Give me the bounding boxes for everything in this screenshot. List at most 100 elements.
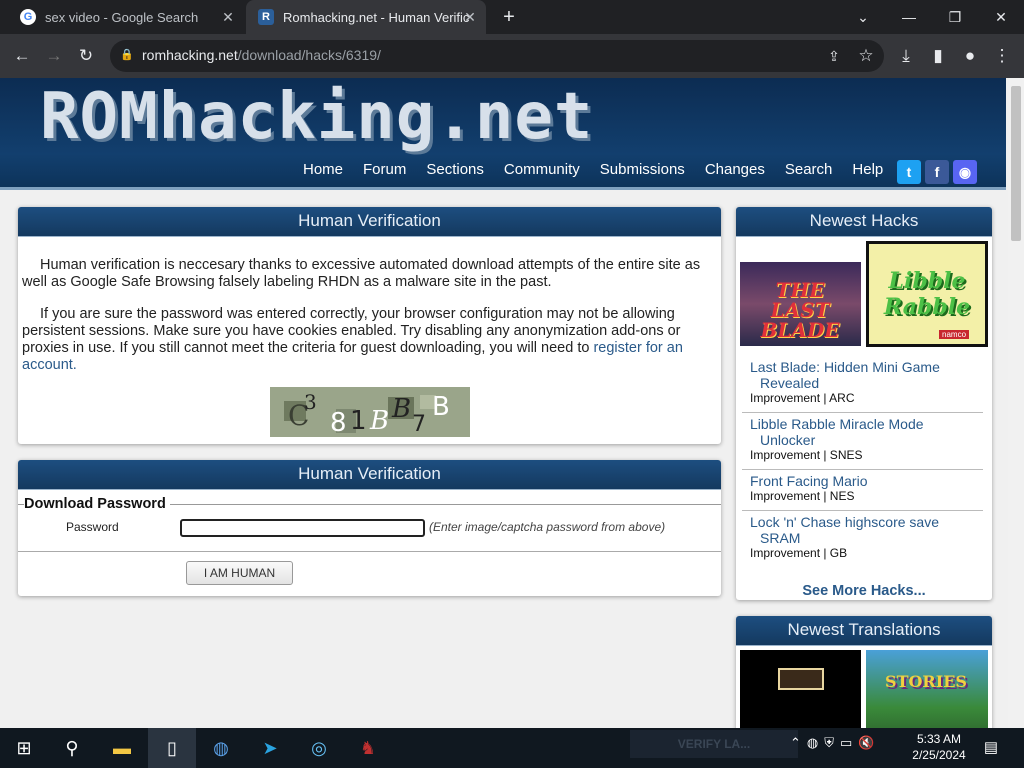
last-blade-thumbnail-text: THE LAST BLADE — [760, 278, 840, 342]
side-panel-icon[interactable]: ▮ — [924, 42, 952, 70]
hack-title-line2: Unlocker — [760, 432, 816, 448]
url-host: romhacking.net — [142, 47, 238, 63]
tab-title: Romhacking.net - Human Verific — [283, 9, 470, 25]
menu-kebab-icon[interactable]: ⋮ — [988, 42, 1016, 70]
system-tray: ⌃ ◍ ⛨ ▭ 🔇 — [790, 735, 875, 751]
download-icon[interactable]: ⤓ — [892, 42, 920, 70]
site-banner: ROMhacking.net Home Forum Sections Commu… — [0, 78, 1006, 190]
qbittorrent-icon[interactable]: ◍ — [197, 728, 245, 768]
password-hint: (Enter image/captcha password from above… — [429, 520, 666, 534]
tab-google-search[interactable]: G sex video - Google Search ✕ — [8, 0, 244, 34]
url-text[interactable]: romhacking.net/download/hacks/6319/ — [142, 47, 381, 63]
svg-text:B: B — [391, 394, 411, 424]
telegram-icon[interactable]: ➤ — [246, 728, 294, 768]
lock-icon[interactable]: 🔒 — [120, 48, 134, 64]
tab-search-icon[interactable]: ⌄ — [840, 0, 886, 34]
verification-heading: Human Verification — [18, 207, 721, 237]
url-path: /download/hacks/6319/ — [237, 47, 381, 63]
main-nav: Home Forum Sections Community Submission… — [293, 161, 893, 178]
i-am-human-button[interactable]: I AM HUMAN — [186, 561, 293, 585]
hack-list-item[interactable]: Last Blade: Hidden Mini Game Revealed Imp… — [742, 359, 983, 413]
hack-title-line2: Revealed — [760, 375, 820, 391]
share-icon[interactable]: ⇪ — [820, 42, 848, 70]
clock-time: 5:33 AM — [916, 732, 962, 746]
nav-submissions[interactable]: Submissions — [590, 161, 695, 178]
verification-paragraph-2-text: If you are sure the password was entered… — [22, 306, 681, 356]
close-tab-icon[interactable]: ✕ — [462, 9, 478, 25]
steam-icon[interactable]: ◎ — [295, 728, 343, 768]
hack-title-link[interactable]: Libble Rabble Miracle Mode Unlocker — [742, 416, 983, 448]
restore-button[interactable]: ❐ — [932, 0, 978, 34]
see-more-hacks-link[interactable]: See More Hacks... — [736, 583, 992, 599]
translation-thumbnail-1[interactable] — [740, 650, 861, 728]
hack-meta: Improvement | SNES — [750, 448, 863, 462]
new-tab-button[interactable]: + — [497, 6, 521, 28]
libble-rabble-thumbnail[interactable]: Libble Rabble namco — [866, 241, 988, 347]
hack-meta: Improvement | GB — [750, 546, 848, 560]
captcha-image: C 3 8 1 B B 7 B — [270, 387, 470, 438]
verification-paragraph-1: Human verification is neccesary thanks t… — [22, 257, 701, 290]
hack-title-line2: SRAM — [760, 530, 801, 546]
faded-overlay-text: VERIFY LA... — [630, 730, 798, 758]
verification-info-box: Human Verification Human verification is… — [18, 207, 721, 444]
network-icon[interactable]: ▭ — [840, 735, 852, 751]
discord-icon[interactable]: ◉ — [953, 160, 977, 184]
last-blade-thumbnail[interactable]: THE LAST BLADE — [740, 262, 861, 346]
hack-title-link[interactable]: Front Facing Mario — [742, 473, 983, 489]
close-tab-icon[interactable]: ✕ — [220, 9, 236, 25]
profile-icon[interactable]: ● — [956, 42, 984, 70]
form-heading: Human Verification — [18, 460, 721, 490]
hack-title-line1: Libble Rabble Miracle Mode — [750, 416, 924, 432]
hack-list-item[interactable]: Front Facing Mario Improvement | NES — [742, 473, 983, 511]
nav-community[interactable]: Community — [494, 161, 590, 178]
notifications-icon[interactable]: ▤ — [980, 738, 1002, 758]
site-logo[interactable]: ROMhacking.net — [40, 80, 593, 154]
facebook-icon[interactable]: f — [925, 160, 949, 184]
chevron-up-icon[interactable]: ⌃ — [790, 735, 801, 751]
hack-list-item[interactable]: Lock 'n' Chase highscore save SRAM Improv… — [742, 514, 983, 566]
page-viewport: ROMhacking.net Home Forum Sections Commu… — [0, 78, 1008, 728]
windows-start-icon[interactable]: ⊞ — [0, 728, 48, 768]
libble-rabble-thumbnail-text: Libble Rabble — [883, 268, 971, 320]
newest-translations-heading: Newest Translations — [736, 616, 992, 646]
nav-home[interactable]: Home — [293, 161, 353, 178]
hack-list-item[interactable]: Libble Rabble Miracle Mode Unlocker Impro… — [742, 416, 983, 470]
svg-text:1: 1 — [350, 406, 367, 436]
nav-help[interactable]: Help — [842, 161, 893, 178]
svg-text:8: 8 — [330, 408, 347, 437]
nav-search[interactable]: Search — [775, 161, 843, 178]
file-explorer-icon[interactable]: ▬ — [98, 728, 146, 768]
nav-changes[interactable]: Changes — [695, 161, 775, 178]
svg-text:B: B — [432, 392, 450, 422]
translation-thumbnail-2[interactable]: STORIES — [866, 650, 988, 728]
twitter-icon[interactable]: t — [897, 160, 921, 184]
bookmark-star-icon[interactable]: ☆ — [852, 42, 880, 70]
hack-title-line1: Lock 'n' Chase highscore save — [750, 514, 940, 530]
security-icon[interactable]: ⛨ — [824, 735, 834, 751]
game-title-card — [778, 668, 824, 690]
scrollbar-thumb[interactable] — [1011, 86, 1021, 241]
newest-hacks-box: Newest Hacks THE LAST BLADE Libble Rabbl… — [736, 207, 992, 600]
google-favicon-icon: G — [20, 9, 36, 25]
minimize-button[interactable]: — — [886, 0, 932, 34]
taskbar-clock[interactable]: 5:33 AM 2/25/2024 — [906, 731, 972, 763]
password-label: Password — [66, 520, 119, 534]
qbittorrent-tray-icon[interactable]: ◍ — [807, 735, 818, 751]
password-input[interactable] — [180, 519, 425, 537]
nav-forum[interactable]: Forum — [353, 161, 416, 178]
hack-title-link[interactable]: Last Blade: Hidden Mini Game Revealed — [742, 359, 983, 391]
close-window-button[interactable]: ✕ — [978, 0, 1024, 34]
hack-title-link[interactable]: Lock 'n' Chase highscore save SRAM — [742, 514, 983, 546]
nav-sections[interactable]: Sections — [416, 161, 494, 178]
back-icon[interactable]: ← — [8, 42, 36, 70]
romhacking-favicon-icon: R — [258, 9, 274, 25]
captcha-svg: C 3 8 1 B B 7 B — [284, 390, 450, 438]
volume-muted-icon[interactable]: 🔇 — [858, 735, 874, 751]
app-icon[interactable]: ♞ — [344, 728, 392, 768]
tab-romhacking[interactable]: R Romhacking.net - Human Verific ✕ — [246, 0, 486, 34]
forward-icon[interactable]: → — [40, 42, 68, 70]
reload-icon[interactable]: ↻ — [72, 42, 100, 70]
search-icon[interactable]: ⚲ — [48, 728, 96, 768]
download-password-legend: Download Password — [24, 496, 170, 512]
notepad-icon[interactable]: ▯ — [148, 728, 196, 768]
